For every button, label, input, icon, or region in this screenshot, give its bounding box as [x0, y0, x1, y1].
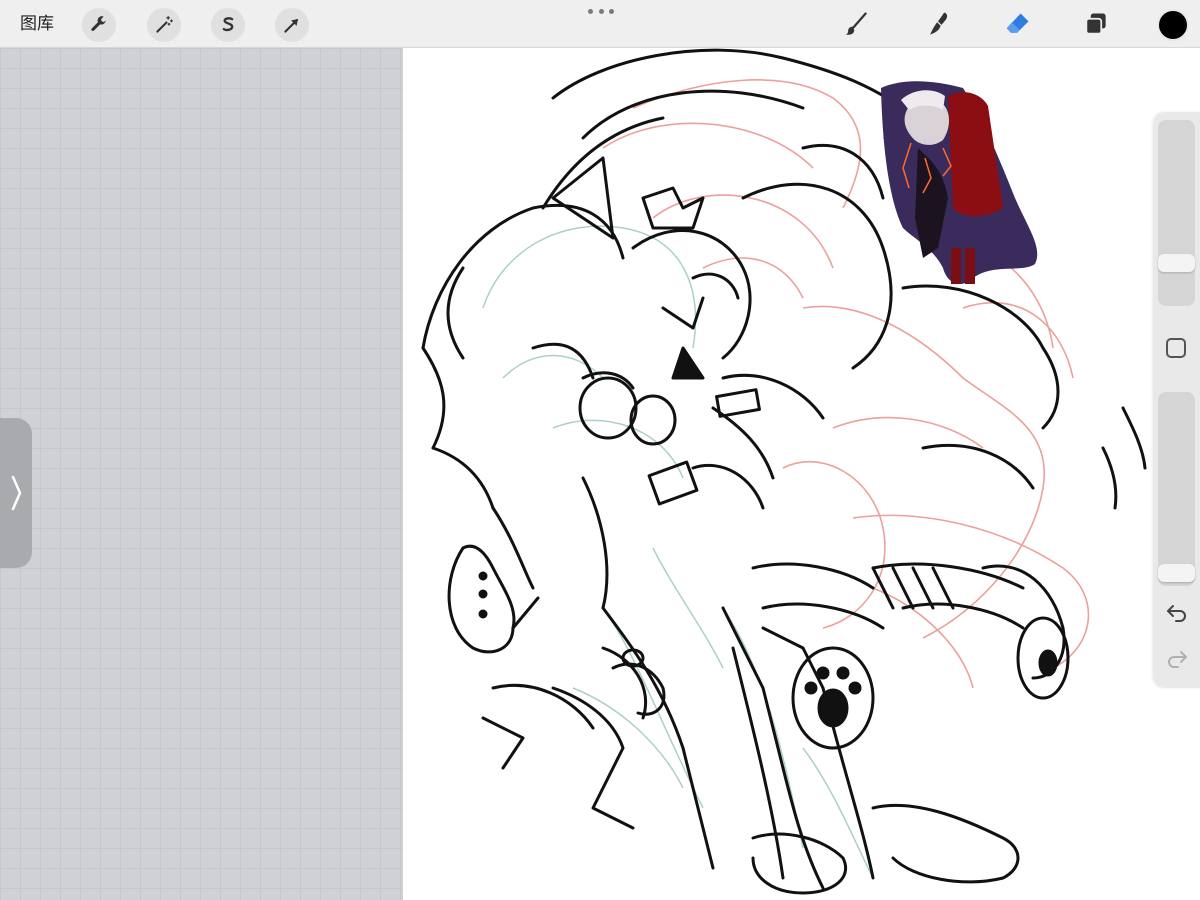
brush-tool-button[interactable]	[840, 8, 872, 40]
top-toolbar: 图库	[0, 0, 1200, 48]
workspace-background	[0, 48, 403, 900]
color-picker-button[interactable]	[1157, 9, 1189, 41]
dot	[598, 8, 604, 14]
reference-image	[881, 81, 1038, 284]
wrench-icon	[91, 16, 107, 31]
eraser-icon	[1006, 13, 1029, 33]
eraser-tool-button[interactable]	[1002, 8, 1034, 40]
selection-s-icon	[222, 17, 234, 32]
brush-size-slider-thumb[interactable]	[1158, 254, 1195, 273]
chevron-right-icon	[11, 475, 22, 511]
brush-size-slider[interactable]	[1158, 120, 1195, 306]
toolbar-drag-handle[interactable]	[588, 6, 614, 16]
gallery-button[interactable]: 图库	[20, 12, 54, 36]
undo-button[interactable]	[1165, 602, 1189, 624]
teal-sketch-layer	[482, 225, 874, 879]
dot	[588, 8, 593, 14]
adjustments-button[interactable]	[147, 8, 181, 42]
smudge-tool-button[interactable]	[922, 8, 954, 40]
red-sketch-layer	[602, 79, 1090, 689]
arrow-cursor-icon	[284, 18, 299, 33]
drawing-canvas[interactable]	[403, 48, 1200, 900]
brush-icon	[845, 12, 867, 35]
actions-button[interactable]	[82, 8, 116, 42]
transform-button[interactable]	[275, 8, 309, 42]
redo-button[interactable]	[1165, 648, 1189, 670]
selection-button[interactable]	[211, 8, 245, 42]
dot	[609, 8, 614, 14]
layers-button[interactable]	[1080, 8, 1112, 40]
magic-wand-icon	[156, 16, 173, 33]
modify-button[interactable]	[1166, 338, 1186, 358]
opacity-slider[interactable]	[1158, 392, 1195, 586]
layers-icon	[1085, 13, 1106, 35]
smudge-icon	[930, 12, 948, 35]
opacity-slider-thumb[interactable]	[1158, 564, 1195, 583]
line-art-layer	[421, 48, 1147, 895]
redo-arrow-icon	[1168, 651, 1187, 668]
sidebar-toggle-tab[interactable]	[0, 418, 32, 568]
sketch-artwork	[421, 48, 1147, 895]
undo-arrow-icon	[1167, 605, 1186, 622]
brush-sidebar	[1153, 112, 1200, 688]
